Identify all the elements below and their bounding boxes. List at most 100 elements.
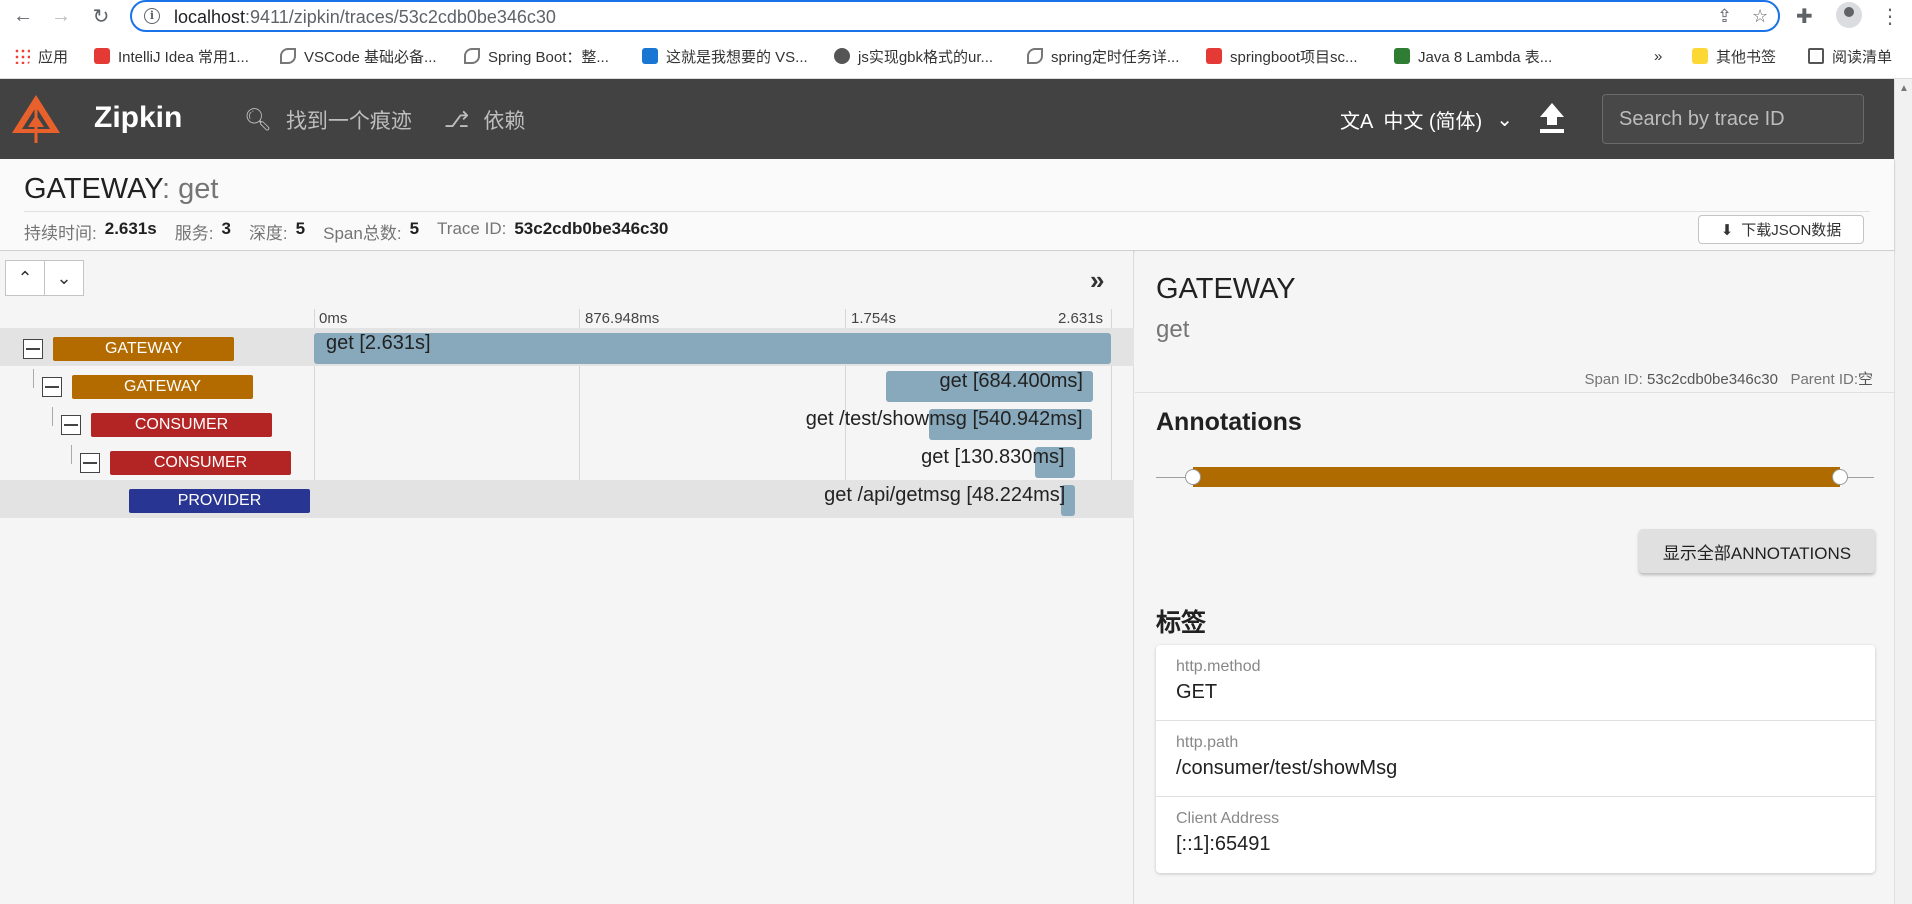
trace-id-search[interactable] xyxy=(1602,94,1864,144)
divider xyxy=(24,211,1870,212)
bookmark-item[interactable]: IntelliJ Idea 常用1... xyxy=(94,45,249,67)
menu-icon[interactable]: ⋮ xyxy=(1880,4,1900,29)
browser-chrome: ← → ↻ i localhost:9411/zipkin/traces/53c… xyxy=(0,0,1912,79)
bookmark-item[interactable]: js实现gbk格式的ur... xyxy=(834,45,993,67)
tick-label: 876.948ms xyxy=(585,310,660,327)
span-label: get [2.631s] xyxy=(326,332,431,354)
other-bookmarks[interactable]: 其他书签 xyxy=(1692,45,1776,67)
zhihu-icon xyxy=(642,48,658,64)
span-label: get /test/showmsg [540.942ms] xyxy=(805,408,1083,430)
annotation-marker[interactable] xyxy=(1832,469,1848,485)
zipkin-logo-icon[interactable] xyxy=(10,93,62,145)
tags-heading: 标签 xyxy=(1156,609,1207,637)
span-row[interactable]: CONSUMER get [130.830ms] xyxy=(0,442,1134,480)
back-icon[interactable]: ← xyxy=(10,3,36,29)
collapse-toggle-icon[interactable] xyxy=(23,339,43,359)
span-row[interactable]: GATEWAY get [2.631s] xyxy=(0,328,1134,366)
url-text[interactable]: localhost:9411/zipkin/traces/53c2cdb0be3… xyxy=(174,7,556,28)
span-service-name: GATEWAY xyxy=(1156,273,1296,305)
scroll-up-icon[interactable]: ▲ xyxy=(1899,83,1909,94)
span-ids: Span ID: 53c2cdb0be346c30 Parent ID:空 xyxy=(1584,371,1873,388)
language-selector[interactable]: 文A 中文 (简体) ⌄ xyxy=(1340,105,1513,134)
service-badge: PROVIDER xyxy=(129,489,310,513)
reload-icon[interactable]: ↻ xyxy=(88,3,114,29)
expand-down-button[interactable]: ⌄ xyxy=(44,260,84,296)
annotations-heading: Annotations xyxy=(1156,408,1302,436)
tag-value: /consumer/test/showMsg xyxy=(1176,757,1398,779)
trace-id-input[interactable] xyxy=(1603,95,1863,143)
annotation-marker[interactable] xyxy=(1185,469,1201,485)
bookmarks-bar: 应用 IntelliJ Idea 常用1... VSCode 基础必备... S… xyxy=(0,42,1912,70)
bookmark-item[interactable]: Java 8 Lambda 表... xyxy=(1394,45,1552,67)
span-label: get [130.830ms] xyxy=(921,446,1065,468)
site-info-icon[interactable]: i xyxy=(144,8,160,24)
show-all-annotations-button[interactable]: 显示全部ANNOTATIONS xyxy=(1639,529,1875,573)
span-detail-panel: GATEWAY get Span ID: 53c2cdb0be346c30 Pa… xyxy=(1135,251,1894,904)
site-icon xyxy=(94,48,110,64)
app-title[interactable]: Zipkin xyxy=(94,101,182,135)
nav-dependencies[interactable]: ⎇ 依赖 xyxy=(444,105,525,135)
share-icon[interactable]: ⇪ xyxy=(1717,6,1732,27)
collapse-toggle-icon[interactable] xyxy=(42,377,62,397)
chevron-down-icon: ⌄ xyxy=(56,267,72,288)
site-icon xyxy=(464,48,480,64)
site-icon xyxy=(280,48,296,64)
bookmark-item[interactable]: Spring Boot：整... xyxy=(464,45,609,67)
globe-icon xyxy=(834,48,850,64)
download-json-button[interactable]: ⬇ 下载JSON数据 xyxy=(1698,215,1864,244)
site-icon xyxy=(1027,48,1043,64)
bookmark-item[interactable]: spring定时任务详... xyxy=(1027,45,1179,67)
site-icon xyxy=(1206,48,1222,64)
app-header: Zipkin 🔍︎ 找到一个痕迹 ⎇ 依赖 文A 中文 (简体) ⌄ xyxy=(0,79,1894,159)
bookmark-star-icon[interactable]: ☆ xyxy=(1752,6,1768,27)
more-bookmarks-button[interactable]: » xyxy=(1654,45,1662,67)
download-icon: ⬇ xyxy=(1720,221,1734,239)
service-badge: GATEWAY xyxy=(72,375,253,399)
folder-icon xyxy=(1692,48,1708,64)
address-bar[interactable]: i localhost:9411/zipkin/traces/53c2cdb0b… xyxy=(130,0,1780,32)
profile-avatar-icon[interactable] xyxy=(1836,2,1862,28)
chevron-down-icon: ⌄ xyxy=(1496,109,1513,131)
tag-key: Client Address xyxy=(1176,810,1280,827)
tick-label: 2.631s xyxy=(1058,310,1104,327)
tag-key: http.method xyxy=(1176,658,1261,675)
trace-title: GATEWAY: get xyxy=(24,173,219,205)
tag-row: Client Address [::1]:65491 xyxy=(1156,797,1875,873)
sf-icon xyxy=(1394,48,1410,64)
annotation-span-bar xyxy=(1193,467,1840,487)
span-row[interactable]: GATEWAY get [684.400ms] xyxy=(0,366,1134,404)
span-row[interactable]: PROVIDER get /api/getmsg [48.224ms] xyxy=(0,480,1134,518)
forward-icon[interactable]: → xyxy=(48,3,74,29)
expand-panel-icon[interactable]: » xyxy=(1090,265,1104,296)
tag-value: GET xyxy=(1176,681,1218,703)
span-label: get [684.400ms] xyxy=(939,370,1083,392)
service-badge: CONSUMER xyxy=(91,413,272,437)
trace-summary-header: GATEWAY: get 持续时间: 2.631s 服务: 3 深度: 5 Span总… xyxy=(0,159,1894,251)
reading-list-icon xyxy=(1808,48,1824,64)
translate-icon: 文A xyxy=(1340,111,1374,133)
bookmark-item[interactable]: 这就是我想要的 VS... xyxy=(642,45,808,67)
tag-value: [::1]:65491 xyxy=(1176,833,1271,855)
bookmark-item[interactable]: VSCode 基础必备... xyxy=(280,45,437,67)
page-scrollbar[interactable]: ▲ xyxy=(1894,79,1912,904)
bookmark-item[interactable]: springboot项目sc... xyxy=(1206,45,1358,67)
span-row[interactable]: CONSUMER get /test/showmsg [540.942ms] xyxy=(0,404,1134,442)
collapse-up-button[interactable]: ⌃ xyxy=(5,260,45,296)
chevron-up-icon: ⌃ xyxy=(17,267,33,288)
collapse-toggle-icon[interactable] xyxy=(80,453,100,473)
collapse-toggle-icon[interactable] xyxy=(61,415,81,435)
span-label: get /api/getmsg [48.224ms] xyxy=(824,484,1066,506)
tag-row: http.method GET xyxy=(1156,645,1875,721)
span-duration-bar[interactable] xyxy=(314,333,1111,364)
apps-icon xyxy=(14,48,30,64)
upload-icon[interactable] xyxy=(1536,101,1568,135)
service-badge: CONSUMER xyxy=(110,451,291,475)
trace-timeline: ⌃ ⌄ » 0ms 876.948ms 1.754s 2.631s GATEWA… xyxy=(0,251,1134,904)
tick-label: 1.754s xyxy=(851,310,897,327)
reading-list[interactable]: 阅读清单 xyxy=(1808,45,1892,67)
dependencies-icon: ⎇ xyxy=(444,107,470,132)
bookmark-apps[interactable]: 应用 xyxy=(14,45,68,67)
extensions-icon[interactable]: ✚ xyxy=(1796,4,1813,29)
divider xyxy=(1135,392,1894,393)
nav-find-trace[interactable]: 🔍︎ 找到一个痕迹 xyxy=(244,105,412,135)
